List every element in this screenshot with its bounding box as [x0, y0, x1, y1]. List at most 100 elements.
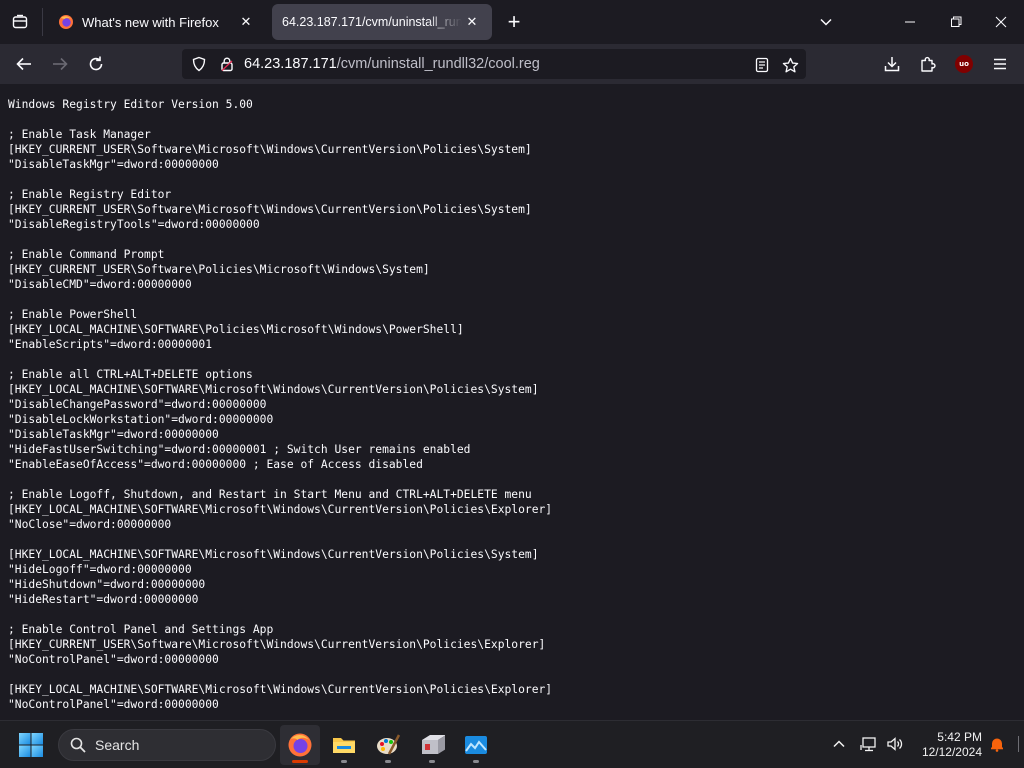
new-tab-button[interactable]: +	[502, 9, 526, 34]
clock-date: 12/12/2024	[921, 745, 982, 759]
comment-line: ; Enable Task Manager	[8, 128, 151, 141]
firefox-view-button[interactable]	[6, 8, 34, 36]
registry-value-line: "DisableRegistryTools"=dword:00000000	[8, 218, 260, 231]
plus-icon: +	[507, 9, 521, 34]
minimize-button[interactable]	[896, 8, 924, 36]
firefox-favicon-icon	[59, 15, 73, 29]
comment-line: ; Enable Logoff, Shutdown, and Restart i…	[8, 488, 532, 501]
bookmark-star-button[interactable]	[780, 55, 800, 75]
photos-icon	[465, 736, 487, 754]
restore-button[interactable]	[942, 8, 970, 36]
tab-title: 64.23.187.171/cvm/uninstall_rundll32/coo…	[282, 15, 462, 29]
taskbar-app-paint[interactable]	[368, 725, 408, 765]
taskbar-app-photos[interactable]	[456, 725, 496, 765]
running-indicator	[429, 760, 435, 763]
ublock-origin-button[interactable]: uo	[950, 50, 978, 78]
url-host: 64.23.187.171	[244, 56, 337, 72]
taskbar-app-firefox[interactable]	[280, 725, 320, 765]
registry-value-line: "DisableTaskMgr"=dword:00000000	[8, 158, 219, 171]
url-path: /cvm/uninstall_rundll32/cool.reg	[336, 56, 540, 72]
arrow-left-icon	[16, 57, 31, 71]
page-content: Windows Registry Editor Version 5.00 ; En…	[0, 84, 1024, 720]
speaker-icon	[887, 737, 903, 751]
registry-key-line: [HKEY_LOCAL_MACHINE\SOFTWARE\Microsoft\W…	[8, 548, 539, 561]
reload-button[interactable]	[82, 50, 110, 78]
taskbar-app-file-explorer[interactable]	[324, 725, 364, 765]
registry-value-line: "HideFastUserSwitching"=dword:00000001 ;…	[8, 443, 471, 456]
site-info-lock-icon[interactable]	[218, 55, 236, 73]
running-indicator	[385, 760, 391, 763]
ublock-origin-icon: uo	[955, 55, 973, 73]
tab-cool-reg[interactable]: 64.23.187.171/cvm/uninstall_rundll32/coo…	[272, 4, 492, 40]
reader-view-button[interactable]	[752, 55, 772, 75]
running-indicator	[473, 760, 479, 763]
reload-icon	[89, 56, 103, 71]
comment-line: ; Enable PowerShell	[8, 308, 138, 321]
windows-logo-icon	[19, 733, 43, 757]
registry-key-line: [HKEY_CURRENT_USER\Software\Policies\Mic…	[8, 263, 430, 276]
url-bar[interactable]: 64.23.187.171/cvm/uninstall_rundll32/coo…	[182, 49, 806, 79]
show-hidden-icons-button[interactable]	[828, 733, 850, 755]
hamburger-menu-icon	[994, 58, 1006, 70]
start-button[interactable]	[18, 732, 44, 758]
registry-key-line: [HKEY_LOCAL_MACHINE\SOFTWARE\Policies\Mi…	[8, 323, 464, 336]
comment-line: ; Enable all CTRL+ALT+DELETE options	[8, 368, 253, 381]
registry-key-line: [HKEY_LOCAL_MACHINE\SOFTWARE\Microsoft\W…	[8, 383, 539, 396]
taskbar-app-installer[interactable]	[412, 725, 452, 765]
registry-value-line: "HideShutdown"=dword:00000000	[8, 578, 206, 591]
tab-separator	[42, 8, 43, 36]
list-all-tabs-button[interactable]	[814, 10, 838, 34]
tab-strip: What's new with Firefox ✕ 64.23.187.171/…	[0, 0, 1024, 44]
network-button[interactable]	[858, 733, 880, 755]
firefox-view-icon	[12, 14, 28, 29]
tracking-protection-shield-icon[interactable]	[190, 55, 208, 73]
extensions-button[interactable]	[914, 50, 942, 78]
header-line: Windows Registry Editor Version 5.00	[8, 98, 253, 111]
volume-button[interactable]	[884, 733, 906, 755]
taskbar-clock[interactable]: 5:42 PM 12/12/2024	[912, 730, 982, 760]
reader-view-icon	[755, 57, 769, 73]
tab-close-icon[interactable]: ✕	[462, 12, 482, 32]
bell-icon	[991, 738, 1003, 752]
download-icon	[884, 57, 900, 72]
close-window-button[interactable]	[987, 8, 1015, 36]
star-icon	[782, 57, 798, 72]
tab-close-icon[interactable]: ✕	[236, 12, 256, 32]
navigation-toolbar: 64.23.187.171/cvm/uninstall_rundll32/coo…	[0, 44, 1024, 84]
notifications-button[interactable]	[986, 733, 1008, 755]
app-menu-button[interactable]	[986, 50, 1014, 78]
running-indicator	[341, 760, 347, 763]
registry-value-line: "DisableLockWorkstation"=dword:00000000	[8, 413, 274, 426]
registry-key-line: [HKEY_CURRENT_USER\Software\Microsoft\Wi…	[8, 638, 546, 651]
show-desktop-button[interactable]	[1014, 733, 1022, 755]
search-label: Search	[95, 737, 140, 753]
comment-line: ; Enable Control Panel and Settings App	[8, 623, 274, 636]
back-button[interactable]	[10, 50, 38, 78]
comment-line: ; Enable Command Prompt	[8, 248, 165, 261]
installer-box-icon	[422, 735, 445, 754]
running-indicator	[292, 760, 308, 763]
downloads-button[interactable]	[878, 50, 906, 78]
tab-whats-new[interactable]: What's new with Firefox ✕	[48, 4, 266, 40]
registry-value-line: "HideLogoff"=dword:00000000	[8, 563, 192, 576]
folder-icon	[333, 738, 355, 753]
registry-value-line: "DisableTaskMgr"=dword:00000000	[8, 428, 219, 441]
forward-button[interactable]	[46, 50, 74, 78]
network-icon	[860, 737, 876, 752]
puzzle-icon	[921, 56, 936, 72]
taskbar: Search 5:42 PM 12/12/2024	[0, 720, 1024, 768]
registry-key-line: [HKEY_LOCAL_MACHINE\SOFTWARE\Microsoft\W…	[8, 503, 553, 516]
restore-icon	[951, 16, 962, 27]
registry-value-line: "NoControlPanel"=dword:00000000	[8, 698, 219, 711]
clock-time: 5:42 PM	[937, 730, 982, 744]
url-text[interactable]: 64.23.187.171/cvm/uninstall_rundll32/coo…	[244, 56, 540, 72]
show-desktop-divider	[1017, 736, 1019, 752]
taskbar-search-box[interactable]: Search	[58, 729, 276, 761]
registry-value-line: "HideRestart"=dword:00000000	[8, 593, 199, 606]
comment-line: ; Enable Registry Editor	[8, 188, 172, 201]
